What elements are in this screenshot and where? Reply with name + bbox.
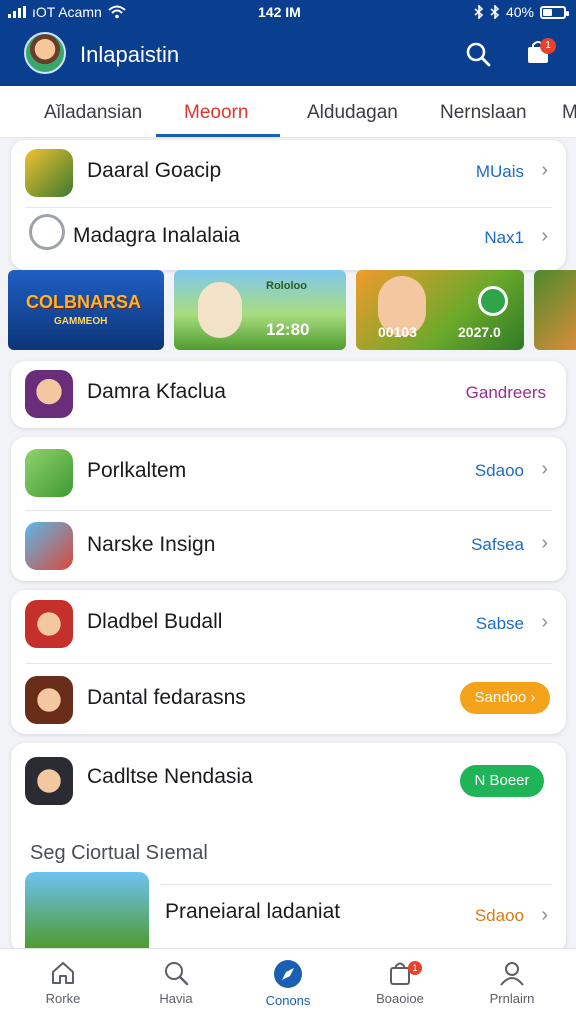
promo-banner[interactable]: 00103 2027.0 [356, 270, 524, 350]
list-card: Porlkaltem Sdaoo › Narske Insign Safsea … [11, 437, 566, 581]
chevron-right-icon: › [541, 159, 548, 181]
banner-subtitle: GAMMEOH [54, 316, 108, 327]
nav-search[interactable]: Havia [126, 955, 226, 1006]
tab-5[interactable]: M [562, 102, 576, 124]
list-item[interactable]: Porlkaltem Sdaoo › [11, 437, 566, 509]
item-meta: Sdaoo [474, 461, 524, 480]
nav-bag[interactable]: 1 Boaoioe [350, 955, 450, 1006]
list-item[interactable]: Madagra Inalalaia Nax1 › [11, 208, 566, 270]
featured-item[interactable]: Praneiaral ladaniat Sdaoo › [11, 872, 566, 948]
nav-label: Rorke [45, 991, 81, 1006]
game-icon [25, 522, 73, 570]
item-title: Madagra Inalalaia [73, 224, 240, 247]
item-title: Daaral Goacip [87, 159, 222, 182]
tab-bar: Aǐladansian Meoorn Aldudagan Nernslaan M [0, 86, 576, 138]
game-icon [25, 370, 73, 418]
clock: 142 IM [258, 4, 301, 20]
search-icon [165, 962, 189, 986]
home-icon [52, 962, 74, 984]
banner-value: 2027.0 [458, 324, 501, 340]
item-meta: Safsea [471, 535, 524, 554]
nav-badge: 1 [408, 961, 422, 975]
signal-icon [8, 6, 26, 18]
page-title: Inlapaistin [80, 42, 180, 67]
carrier-label: ıOT Acamn [32, 4, 102, 20]
play-icon [478, 286, 508, 316]
list-item[interactable]: Damra Kfaclua Gandreers [11, 361, 566, 428]
game-icon [25, 600, 73, 648]
item-title: Dantal fedarasns [87, 686, 246, 709]
profile-icon [500, 962, 524, 986]
item-meta: Gandreers [465, 383, 546, 402]
item-title: Porlkaltem [87, 459, 187, 482]
tab-2-active[interactable]: Meoorn [184, 102, 248, 124]
item-title: Narske Insign [87, 533, 216, 556]
list-card: Daaral Goacip MUais › Madagra Inalalaia … [11, 140, 566, 270]
banner-title: COLBNARSA [26, 292, 141, 312]
promo-banner[interactable]: COLBNARSA GAMMEOH [8, 270, 164, 350]
wifi-icon [108, 5, 126, 19]
item-title: Cadltse Nendasia [87, 765, 253, 788]
active-tab-indicator [156, 134, 280, 137]
list-item[interactable]: Narske Insign Safsea › [11, 511, 566, 581]
nav-home[interactable]: Rorke [13, 955, 113, 1006]
promo-banner[interactable] [534, 270, 576, 350]
nav-label: Prnlairn [489, 991, 535, 1006]
nav-profile[interactable]: Prnlairn [462, 955, 562, 1006]
section-title: Seg Ciortual Sıemal [30, 842, 208, 864]
nav-label: Havia [159, 991, 193, 1006]
promo-banner[interactable]: Rololoo 12:80 [174, 270, 346, 350]
banner-value: 00103 [378, 324, 417, 340]
list-card: Dladbel Budall Sabse › Dantal fedarasns … [11, 590, 566, 734]
game-icon [25, 149, 73, 197]
list-item[interactable]: Dladbel Budall Sabse › [11, 590, 566, 662]
item-meta: Sabse [475, 614, 524, 633]
nav-label: Conons [265, 993, 311, 1008]
game-icon [25, 676, 73, 724]
action-button[interactable]: Sandoo › [460, 682, 550, 714]
item-meta: MUais [475, 162, 524, 181]
nav-games-active[interactable]: Conons [238, 955, 338, 1008]
search-icon[interactable] [464, 40, 492, 68]
tab-1[interactable]: Aǐladansian [44, 102, 142, 124]
list-item[interactable]: Cadltse Nendasia N Boeer [11, 743, 566, 819]
panda-icon [29, 214, 65, 250]
chevron-right-icon: › [541, 532, 548, 554]
banner-title: Rololoo [266, 280, 307, 292]
battery-percent: 40% [505, 4, 534, 20]
avatar[interactable] [24, 32, 66, 74]
list-item[interactable]: Dantal fedarasns Sandoo › [11, 664, 566, 734]
item-title: Praneiaral ladaniat [165, 900, 341, 923]
item-meta: Sdaoo [474, 906, 524, 925]
character-illustration [198, 282, 242, 338]
featured-thumbnail [25, 872, 149, 948]
battery-icon [540, 5, 569, 19]
nav-label: Boaoioe [376, 991, 424, 1006]
status-bar: ıOT Acamn 142 IM 40% [0, 0, 576, 26]
item-title: Dladbel Budall [87, 610, 223, 633]
chevron-right-icon: › [541, 904, 548, 926]
item-title: Damra Kfaclua [87, 380, 226, 403]
compass-icon [274, 960, 302, 988]
chevron-right-icon: › [541, 458, 548, 480]
action-button-label: N Boeer [474, 772, 530, 789]
game-icon [25, 757, 73, 805]
chevron-right-icon: › [541, 611, 548, 633]
notification-badge: 1 [540, 38, 556, 54]
tab-4[interactable]: Nernslaan [440, 102, 527, 124]
list-card: Damra Kfaclua Gandreers [11, 361, 566, 428]
bluetooth-icon [474, 5, 484, 19]
item-meta: Nax1 [484, 228, 524, 247]
action-button-label: Sandoo [474, 689, 527, 706]
app-header: ıOT Acamn 142 IM 40% Inlapaistin 1 [0, 0, 576, 86]
bluetooth-icon [490, 5, 500, 19]
bottom-navigation: Rorke Havia Conons 1 Boaoioe Prnlairn [0, 948, 576, 1024]
action-button[interactable]: N Boeer [460, 765, 544, 797]
banner-value: 12:80 [266, 320, 310, 339]
chevron-right-icon: › [541, 225, 548, 247]
tab-3[interactable]: Aldudagan [307, 102, 398, 124]
list-item[interactable]: Daaral Goacip MUais › [11, 140, 566, 206]
game-icon [25, 449, 73, 497]
